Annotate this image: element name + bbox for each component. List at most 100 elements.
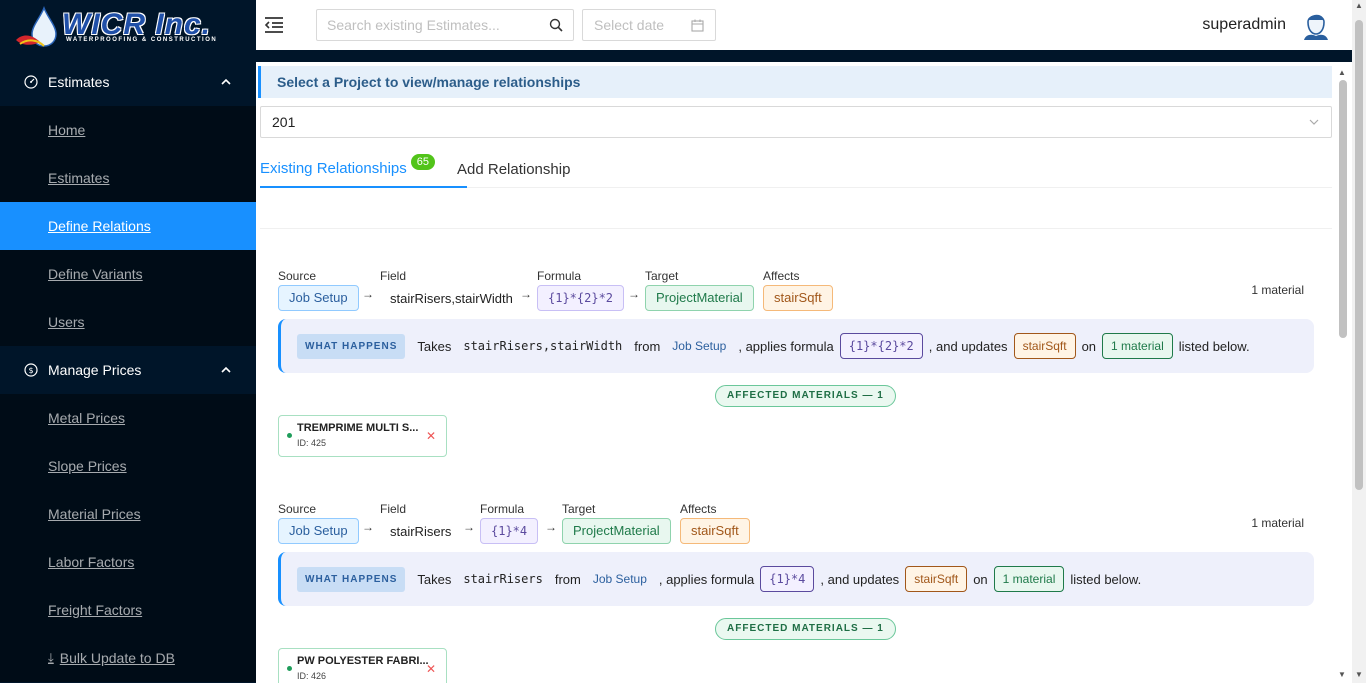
updates-text: , and updates <box>820 571 900 587</box>
search-icon[interactable] <box>549 18 563 32</box>
sidebar-item-metal-prices[interactable]: Metal Prices <box>0 394 256 442</box>
material-id: ID: 426 <box>297 671 327 681</box>
scroll-up-icon[interactable]: ▲ <box>1338 68 1346 77</box>
relationship-tabs: Existing Relationships 65 Add Relationsh… <box>260 150 1332 188</box>
target-label: Target <box>645 269 679 283</box>
scroll-down-icon[interactable]: ▼ <box>1355 671 1363 679</box>
arrow-icon: → <box>628 287 640 301</box>
tab-existing-relationships[interactable]: Existing Relationships 65 <box>260 150 467 188</box>
material-card: PW POLYESTER FABRI... ID: 426 ✕ <box>278 648 447 683</box>
source-col: Source Job Setup <box>278 502 359 544</box>
on-text: on <box>973 571 988 587</box>
user-menu[interactable]: superadmin <box>1202 10 1330 40</box>
sidebar-item-define-variants[interactable]: Define Variants <box>0 250 256 298</box>
avatar[interactable] <box>1302 10 1330 40</box>
logo[interactable]: WICR Inc. WATERPROOFING & CONSTRUCTION <box>0 0 256 58</box>
field-label: Field <box>380 502 407 516</box>
chevron-up-icon <box>221 78 231 85</box>
tab-label: Existing Relationships <box>260 159 407 177</box>
close-icon[interactable]: ✕ <box>426 429 436 443</box>
relationship-flow: Source Job Setup → Field stairRisers → F… <box>278 502 1314 546</box>
source-text: Job Setup <box>592 572 647 586</box>
target-label: Target <box>562 502 596 516</box>
submenu-manage-prices: Metal Prices Slope Prices Material Price… <box>0 394 256 682</box>
listed-text: listed below. <box>1070 571 1142 587</box>
affects-tag: stairSqft <box>763 285 833 311</box>
field-mono: stairRisers <box>463 572 543 586</box>
project-select[interactable]: 201 <box>260 106 1332 138</box>
dashboard-icon <box>24 75 38 89</box>
formula-tag: {1}*4 <box>480 518 539 544</box>
target-tag: ProjectMaterial <box>562 518 671 544</box>
material-card: TREMPRIME MULTI S... ID: 425 ✕ <box>278 415 447 457</box>
affected-materials-pill: AFFECTED MATERIALS — 1 <box>715 385 896 407</box>
formula-tag: {1}*{2}*2 <box>537 285 625 311</box>
main-content: Select a Project to view/manage relation… <box>256 62 1336 683</box>
scroll-up-icon[interactable]: ▲ <box>1355 2 1363 10</box>
count-badge: 65 <box>410 154 435 170</box>
affects-label: Affects <box>680 502 717 516</box>
sidebar-item-material-prices[interactable]: Material Prices <box>0 490 256 538</box>
source-tag: Job Setup <box>278 518 359 544</box>
source-label: Source <box>278 269 317 283</box>
menu-group-label: Manage Prices <box>48 362 142 378</box>
top-header: superadmin <box>256 0 1352 50</box>
upload-icon: ⤓ <box>48 650 54 665</box>
menu-group-estimates[interactable]: Estimates <box>0 58 256 106</box>
formula-label: Formula <box>480 502 525 516</box>
sidebar-item-slope-prices[interactable]: Slope Prices <box>0 442 256 490</box>
field-value: stairRisers,stairWidth <box>390 291 513 306</box>
sidebar-item-freight-factors[interactable]: Freight Factors <box>0 586 256 634</box>
scroll-thumb[interactable] <box>1339 80 1347 338</box>
material-count: 1 material <box>1251 516 1304 530</box>
affects-inline-tag: stairSqft <box>1013 333 1076 359</box>
sidebar-item-home[interactable]: Home <box>0 106 256 154</box>
divider <box>260 228 1332 229</box>
applies-text: , applies formula <box>658 571 755 587</box>
material-name: PW POLYESTER FABRI... <box>297 655 429 667</box>
menu-fold-icon[interactable] <box>264 17 284 33</box>
formula-inline-tag: {1}*{2}*2 <box>839 333 923 359</box>
affects-inline-tag: stairSqft <box>905 566 968 592</box>
menu-group-label: Estimates <box>48 74 110 90</box>
page-scrollbar[interactable]: ▲ ▼ <box>1352 0 1366 683</box>
scroll-thumb[interactable] <box>1355 20 1363 490</box>
username: superadmin <box>1202 16 1286 33</box>
affects-col: Affects stairSqft <box>680 502 750 544</box>
tab-add-relationship[interactable]: Add Relationship <box>457 150 570 188</box>
from-text: from <box>634 338 661 354</box>
formula-col: Formula {1}*{2}*2 <box>537 269 625 311</box>
count-inline-tag: 1 material <box>993 566 1065 592</box>
relationship-flow: Source Job Setup → Field stairRisers,sta… <box>278 269 1314 313</box>
sidebar-item-users[interactable]: Users <box>0 298 256 346</box>
source-tag: Job Setup <box>278 285 359 311</box>
submenu-estimates: Home Estimates Define Relations Define V… <box>0 106 256 346</box>
header-dark-bar <box>256 50 1352 62</box>
what-happens-badge: WHAT HAPPENS <box>297 333 406 359</box>
sidebar-item-labor-factors[interactable]: Labor Factors <box>0 538 256 586</box>
material-id: ID: 425 <box>297 438 327 448</box>
menu-group-manage-prices[interactable]: $ Manage Prices <box>0 346 256 394</box>
sidebar-item-bulk-update[interactable]: ⤓ Bulk Update to DB <box>0 634 256 682</box>
source-text: Job Setup <box>672 339 727 353</box>
sidebar-item-estimates[interactable]: Estimates <box>0 154 256 202</box>
field-mono: stairRisers,stairWidth <box>463 339 623 353</box>
close-icon[interactable]: ✕ <box>426 662 436 676</box>
info-banner: Select a Project to view/manage relation… <box>258 66 1332 98</box>
target-col: Target ProjectMaterial <box>562 502 671 544</box>
logo-subtitle: WATERPROOFING & CONSTRUCTION <box>66 37 218 43</box>
from-text: from <box>554 571 581 587</box>
status-dot <box>287 666 292 671</box>
scroll-down-icon[interactable]: ▼ <box>1338 670 1346 679</box>
sidebar-item-label: Bulk Update to DB <box>59 650 175 666</box>
calendar-icon[interactable] <box>691 19 704 32</box>
date-input[interactable] <box>594 17 691 33</box>
arrow-icon: → <box>362 287 374 301</box>
status-dot <box>287 433 292 438</box>
on-text: on <box>1081 338 1097 354</box>
affects-label: Affects <box>763 269 800 283</box>
arrow-icon: → <box>545 520 557 534</box>
search-input[interactable] <box>327 17 549 33</box>
sidebar-item-define-relations[interactable]: Define Relations <box>0 202 256 250</box>
content-scrollbar[interactable]: ▲ ▼ <box>1336 62 1350 683</box>
